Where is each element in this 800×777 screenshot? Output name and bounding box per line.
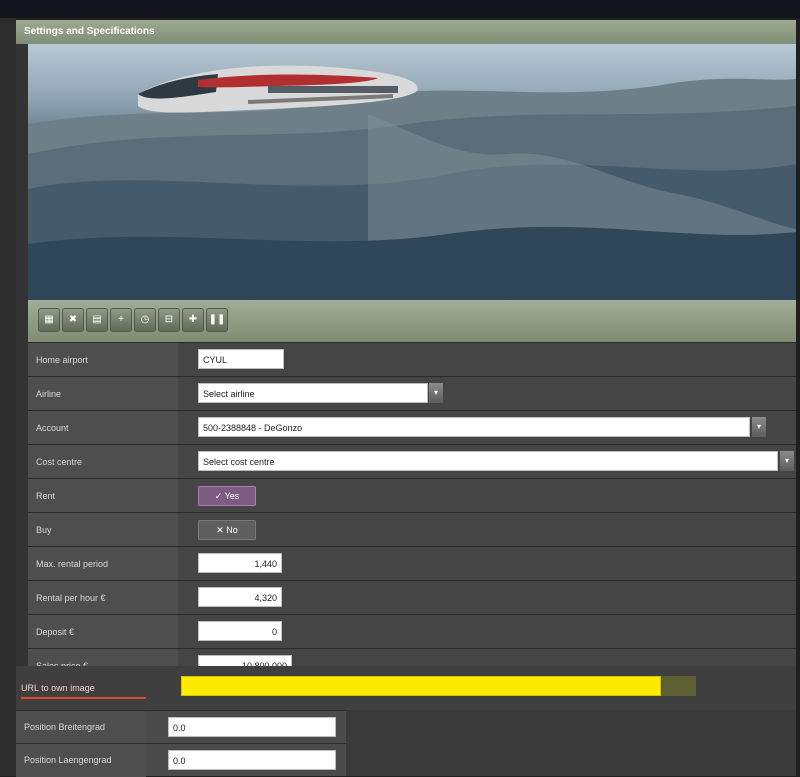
- rental-per-hour-label: Rental per hour €: [28, 581, 178, 615]
- settings-form: Home airport CYUL Airline Select airline…: [28, 342, 796, 708]
- airline-select[interactable]: Select airline: [198, 383, 428, 403]
- row-account: Account 500-2388848 - DeGonzo ▾: [28, 410, 796, 445]
- row-home-airport: Home airport CYUL: [28, 342, 796, 377]
- row-position-lon: Position Laengengrad 0.0: [16, 743, 346, 777]
- cost-centre-dropdown-icon[interactable]: ▾: [780, 451, 794, 471]
- row-rent: Rent ✓ Yes: [28, 478, 796, 513]
- add-icon[interactable]: +: [110, 308, 132, 332]
- cost-centre-select[interactable]: Select cost centre: [198, 451, 778, 471]
- account-label: Account: [28, 411, 178, 445]
- deposit-input[interactable]: 0: [198, 621, 282, 641]
- move-icon[interactable]: ✚: [182, 308, 204, 332]
- url-image-input[interactable]: [181, 676, 661, 696]
- row-airline: Airline Select airline ▾: [28, 376, 796, 411]
- left-rail: [0, 18, 16, 776]
- delete-icon[interactable]: ✖: [62, 308, 84, 332]
- cost-centre-label: Cost centre: [28, 445, 178, 479]
- row-rental-per-hour: Rental per hour € 4,320: [28, 580, 796, 615]
- list-icon[interactable]: ▤: [86, 308, 108, 332]
- settings-panel: Settings and Specifications ▦ ✖ ▤ + ◷ ⊟ …: [16, 20, 796, 777]
- position-lon-input[interactable]: 0.0: [168, 750, 336, 770]
- position-section: Position Breitengrad 0.0 Position Laenge…: [16, 710, 796, 777]
- row-position-lat: Position Breitengrad 0.0: [16, 710, 346, 744]
- aircraft-image: [28, 44, 796, 300]
- max-rental-label: Max. rental period: [28, 547, 178, 581]
- home-airport-label: Home airport: [28, 343, 178, 377]
- account-select[interactable]: 500-2388848 - DeGonzo: [198, 417, 750, 437]
- airline-dropdown-icon[interactable]: ▾: [429, 383, 443, 403]
- account-dropdown-icon[interactable]: ▾: [752, 417, 766, 437]
- row-buy: Buy ✕ No: [28, 512, 796, 547]
- url-image-label: URL to own image: [21, 683, 95, 693]
- position-lat-label: Position Breitengrad: [16, 711, 146, 744]
- buy-toggle[interactable]: ✕ No: [198, 520, 256, 540]
- panel-title: Settings and Specifications: [16, 20, 796, 44]
- position-lon-label: Position Laengengrad: [16, 744, 146, 777]
- url-highlight-shadow: [661, 676, 696, 696]
- clock-icon[interactable]: ◷: [134, 308, 156, 332]
- home-airport-input[interactable]: CYUL: [198, 349, 284, 369]
- pause-icon[interactable]: ❚❚: [206, 308, 228, 332]
- rental-per-hour-input[interactable]: 4,320: [198, 587, 282, 607]
- row-url-image: URL to own image: [16, 666, 796, 710]
- toolbar: ▦ ✖ ▤ + ◷ ⊟ ✚ ❚❚: [28, 300, 796, 342]
- url-label-underline: [21, 697, 146, 699]
- position-lat-input[interactable]: 0.0: [168, 717, 336, 737]
- rent-label: Rent: [28, 479, 178, 513]
- row-max-rental: Max. rental period 1,440: [28, 546, 796, 581]
- save-icon[interactable]: ▦: [38, 308, 60, 332]
- row-cost-centre: Cost centre Select cost centre ▾: [28, 444, 796, 479]
- buy-label: Buy: [28, 513, 178, 547]
- max-rental-input[interactable]: 1,440: [198, 553, 282, 573]
- row-deposit: Deposit € 0: [28, 614, 796, 649]
- layout-icon[interactable]: ⊟: [158, 308, 180, 332]
- top-strip: [0, 0, 800, 18]
- airline-label: Airline: [28, 377, 178, 411]
- rent-toggle[interactable]: ✓ Yes: [198, 486, 256, 506]
- deposit-label: Deposit €: [28, 615, 178, 649]
